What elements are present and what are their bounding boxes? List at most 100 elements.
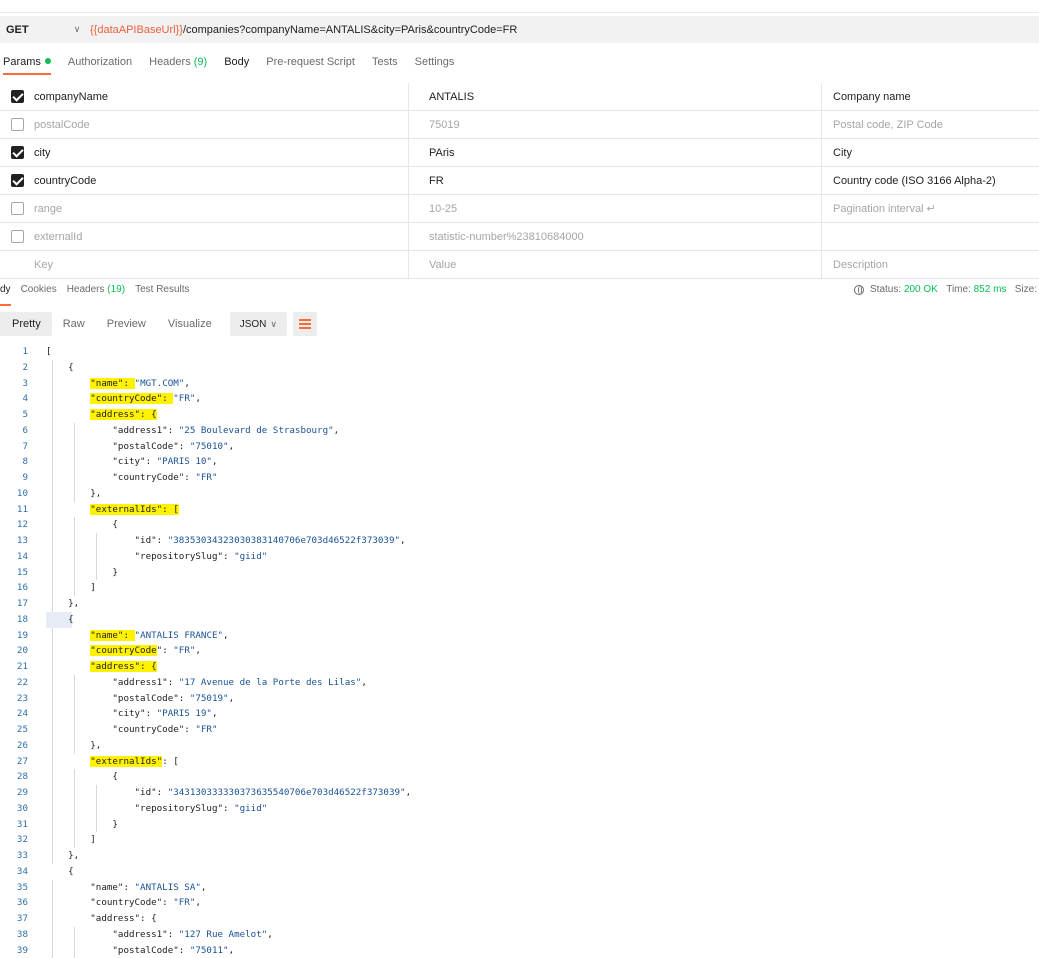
json-token: "countryCode": bbox=[46, 897, 173, 908]
table-row: countryCode FR Country code (ISO 3166 Al… bbox=[0, 167, 1039, 195]
param-value[interactable]: statistic-number%23810684000 bbox=[409, 223, 822, 251]
param-value[interactable]: 75019 bbox=[409, 111, 822, 139]
view-visualize-button[interactable]: Visualize bbox=[157, 312, 223, 336]
code-line: 32 ] bbox=[0, 832, 1039, 848]
param-key[interactable]: city bbox=[34, 139, 409, 167]
tab-headers[interactable]: Headers (9) bbox=[149, 55, 207, 75]
new-param-description[interactable]: Description bbox=[822, 251, 1039, 279]
tab-tests[interactable]: Tests bbox=[372, 55, 398, 75]
json-token: { bbox=[46, 614, 74, 625]
json-string: "FR" bbox=[195, 472, 217, 483]
response-status: Status: 200 OK Time: 852 ms Size: bbox=[854, 284, 1037, 295]
indent-guide bbox=[52, 360, 53, 612]
code-line: 18 { bbox=[0, 612, 1039, 628]
url-input[interactable]: {{dataAPIBaseUrl}}/companies?companyName… bbox=[90, 24, 517, 36]
tab-cookies[interactable]: Cookies bbox=[21, 284, 57, 306]
code-line: 2 { bbox=[0, 360, 1039, 376]
json-token: { bbox=[46, 519, 118, 530]
json-token bbox=[46, 661, 90, 672]
tab-response-body[interactable]: dy bbox=[0, 284, 11, 306]
code-line: 27 "externalIds": [ bbox=[0, 754, 1039, 770]
json-string: "FR" bbox=[173, 393, 195, 404]
param-checkbox[interactable] bbox=[11, 202, 24, 215]
param-key[interactable]: postalCode bbox=[34, 111, 409, 139]
tab-label: Tests bbox=[372, 56, 398, 68]
line-number: 6 bbox=[0, 423, 28, 439]
tab-body[interactable]: Body bbox=[224, 55, 249, 75]
method-select[interactable]: GET bbox=[0, 24, 70, 36]
chevron-down-icon[interactable]: ∨ bbox=[70, 24, 84, 35]
param-description[interactable]: Country code (ISO 3166 Alpha-2) bbox=[822, 167, 1039, 195]
line-number: 9 bbox=[0, 470, 28, 486]
top-strip bbox=[0, 0, 1039, 13]
view-preview-button[interactable]: Preview bbox=[96, 312, 157, 336]
json-token: , bbox=[334, 425, 340, 436]
param-key[interactable]: externalId bbox=[34, 223, 409, 251]
param-description[interactable]: Postal code, ZIP Code bbox=[822, 111, 1039, 139]
code-text: "city": "PARIS 19", bbox=[46, 706, 218, 722]
json-string: "FR" bbox=[195, 724, 217, 735]
tab-test-results[interactable]: Test Results bbox=[135, 284, 189, 306]
tab-label: Test Results bbox=[135, 284, 189, 295]
table-row: postalCode 75019 Postal code, ZIP Code bbox=[0, 111, 1039, 139]
json-token: "postalCode": bbox=[46, 693, 190, 704]
json-token: , bbox=[229, 441, 235, 452]
param-description[interactable]: Company name bbox=[822, 83, 1039, 111]
json-string: "75019" bbox=[190, 693, 229, 704]
json-token: } bbox=[46, 819, 118, 830]
highlighted-key: "address": { bbox=[90, 409, 156, 420]
tab-params[interactable]: Params bbox=[3, 55, 51, 75]
param-key[interactable]: companyName bbox=[34, 83, 409, 111]
tab-response-headers[interactable]: Headers (19) bbox=[67, 284, 125, 306]
code-line: 17 }, bbox=[0, 596, 1039, 612]
json-string: "38353034323030383140706e703d46522f37303… bbox=[168, 535, 400, 546]
line-number: 28 bbox=[0, 769, 28, 785]
param-checkbox[interactable] bbox=[11, 90, 24, 103]
param-value[interactable]: ANTALIS bbox=[409, 83, 822, 111]
line-number: 19 bbox=[0, 628, 28, 644]
param-key[interactable]: range bbox=[34, 195, 409, 223]
param-description[interactable]: Pagination interval ↵ bbox=[822, 195, 1039, 223]
line-number: 17 bbox=[0, 596, 28, 612]
param-description[interactable]: City bbox=[822, 139, 1039, 167]
view-raw-button[interactable]: Raw bbox=[52, 312, 96, 336]
request-url-bar: GET ∨ {{dataAPIBaseUrl}}/companies?compa… bbox=[0, 16, 1039, 43]
tab-authorization[interactable]: Authorization bbox=[68, 55, 132, 75]
param-description[interactable] bbox=[822, 223, 1039, 251]
new-param-value[interactable]: Value bbox=[409, 251, 822, 279]
response-body-code[interactable]: 1[2 {3 "name": "MGT.COM",4 "countryCode"… bbox=[0, 344, 1039, 958]
param-value[interactable]: 10-25 bbox=[409, 195, 822, 223]
json-token: , bbox=[361, 677, 367, 688]
tab-settings[interactable]: Settings bbox=[415, 55, 455, 75]
globe-icon[interactable] bbox=[854, 285, 864, 295]
new-param-key[interactable]: Key bbox=[34, 251, 409, 279]
highlighted-key: "countryCode bbox=[90, 645, 156, 656]
highlighted-key: "externalIds": [ bbox=[90, 504, 179, 515]
param-checkbox[interactable] bbox=[11, 230, 24, 243]
line-number: 25 bbox=[0, 722, 28, 738]
json-token: , bbox=[267, 929, 273, 940]
chevron-down-icon: ∨ bbox=[270, 319, 277, 329]
code-text: { bbox=[46, 612, 74, 628]
wrap-lines-icon[interactable] bbox=[293, 312, 317, 336]
tab-label: Headers bbox=[149, 56, 191, 68]
tab-pre-request-script[interactable]: Pre-request Script bbox=[266, 55, 355, 75]
param-checkbox[interactable] bbox=[11, 146, 24, 159]
code-text: "id": "343130333330373635540706e703d4652… bbox=[46, 785, 411, 801]
json-token: , bbox=[223, 630, 229, 641]
line-number: 21 bbox=[0, 659, 28, 675]
param-checkbox[interactable] bbox=[11, 118, 24, 131]
code-line: 8 "city": "PARIS 10", bbox=[0, 454, 1039, 470]
param-value[interactable]: FR bbox=[409, 167, 822, 195]
param-checkbox[interactable] bbox=[11, 174, 24, 187]
json-token: , bbox=[229, 945, 235, 956]
json-token: { bbox=[46, 771, 118, 782]
param-value[interactable]: PAris bbox=[409, 139, 822, 167]
view-pretty-button[interactable]: Pretty bbox=[0, 312, 52, 336]
line-number: 30 bbox=[0, 801, 28, 817]
param-key[interactable]: countryCode bbox=[34, 167, 409, 195]
code-line: 30 "repositorySlug": "giid" bbox=[0, 801, 1039, 817]
indent-guide bbox=[74, 423, 75, 502]
format-select[interactable]: JSON∨ bbox=[230, 312, 287, 336]
json-token: { bbox=[46, 866, 74, 877]
